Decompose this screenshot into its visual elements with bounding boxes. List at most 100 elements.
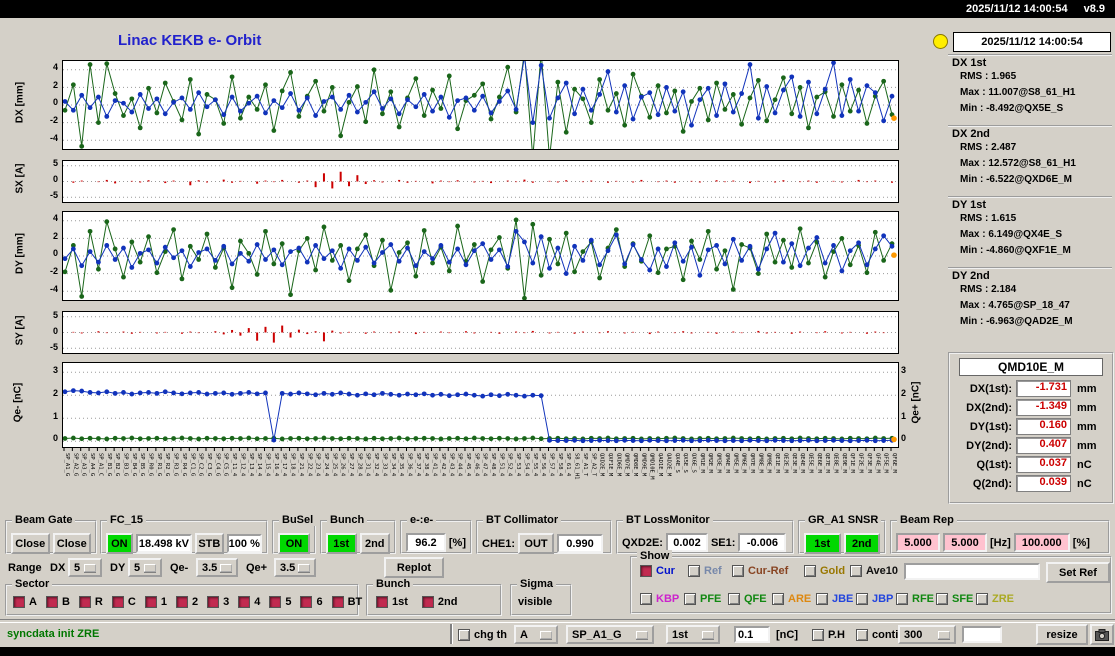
show-ref-toggle[interactable]: Ref xyxy=(688,565,722,577)
sigma-visible-toggle[interactable]: visible xyxy=(518,596,552,608)
show-qfe-checkbox[interactable] xyxy=(728,593,740,605)
ph-toggle[interactable]: P.H xyxy=(812,629,845,641)
show-sfe-toggle[interactable]: SFE xyxy=(936,593,973,605)
show-cur-toggle[interactable]: Cur xyxy=(640,565,675,577)
show-cur-ref-toggle[interactable]: Cur-Ref xyxy=(732,565,788,577)
chg-th-checkbox[interactable] xyxy=(458,629,470,641)
set-ref-button[interactable]: Set Ref xyxy=(1046,562,1110,583)
conti-toggle[interactable]: conti xyxy=(856,629,898,641)
sx-steering-plot[interactable] xyxy=(62,160,899,203)
che1-out-button[interactable]: OUT xyxy=(518,533,555,554)
show-gold-checkbox[interactable] xyxy=(804,565,816,577)
sector-toggle-b[interactable]: B xyxy=(45,596,70,608)
show-are-toggle[interactable]: ARE xyxy=(772,593,811,605)
timestamp-box: 2025/11/12 14:00:54 xyxy=(953,32,1111,52)
bpm-dropdown[interactable]: SP_A1_G xyxy=(566,625,654,644)
sector-toggle-c[interactable]: C xyxy=(111,596,136,608)
sy-steering-plot[interactable] xyxy=(62,311,899,354)
stat-group-dy2: DY 2nd RMS : 2.184 Max : 4.765@SP_18_47 … xyxy=(948,267,1112,336)
show-qfe-toggle[interactable]: QFE xyxy=(728,593,767,605)
sector-toggle-2[interactable]: 2 xyxy=(175,596,198,608)
sector-toggle-bt[interactable]: BT xyxy=(331,596,362,608)
sector-checkbox[interactable] xyxy=(45,596,58,608)
show-pfe-toggle[interactable]: PFE xyxy=(684,593,721,605)
bunch-1st-toggle[interactable]: 1st xyxy=(376,596,408,608)
sector-checkbox[interactable] xyxy=(13,596,25,608)
sector-toggle-r[interactable]: R xyxy=(78,596,103,608)
show-are-checkbox[interactable] xyxy=(772,593,784,605)
range-dy-select[interactable]: 5 xyxy=(128,558,162,577)
bunch-2nd-button[interactable]: 2nd xyxy=(359,533,390,554)
navg-dropdown[interactable]: 300 xyxy=(898,625,956,644)
show-rfe-toggle[interactable]: RFE xyxy=(896,593,934,605)
sector-toggle-1[interactable]: 1 xyxy=(144,596,167,608)
show-ref-checkbox[interactable] xyxy=(688,565,700,577)
show-zre-toggle[interactable]: ZRE xyxy=(976,593,1014,605)
show-jbp-toggle[interactable]: JBP xyxy=(856,593,893,605)
svg-text:QF4E_M: QF4E_M xyxy=(874,453,880,474)
show-ave10-checkbox[interactable] xyxy=(850,565,862,577)
ref-entry-field[interactable] xyxy=(904,563,1040,580)
show-zre-checkbox[interactable] xyxy=(976,593,988,605)
show-jbe-checkbox[interactable] xyxy=(816,593,828,605)
show-sfe-checkbox[interactable] xyxy=(936,593,948,605)
sector-toggle-5[interactable]: 5 xyxy=(269,596,291,608)
snapshot-button[interactable] xyxy=(1090,624,1114,645)
beam-gate-close-button-1[interactable]: Close xyxy=(11,533,50,554)
fc15-stb-button[interactable]: STB xyxy=(195,533,224,554)
beam-gate-close-button-2[interactable]: Close xyxy=(52,533,91,554)
beam-rep-group: Beam Rep 5.000 5.000 [Hz] 100.000 [%] xyxy=(890,514,1110,554)
sector-checkbox[interactable] xyxy=(175,596,188,608)
replot-button[interactable]: Replot xyxy=(384,557,444,578)
threshold-field[interactable] xyxy=(734,626,770,643)
sector-checkbox[interactable] xyxy=(111,596,124,608)
show-rfe-checkbox[interactable] xyxy=(896,593,908,605)
sector-toggle-4[interactable]: 4 xyxy=(238,596,260,608)
bunch-1st-button[interactable]: 1st xyxy=(326,533,357,554)
svg-text:QM4E_M: QM4E_M xyxy=(724,453,730,474)
bunch-2nd-checkbox[interactable] xyxy=(421,596,434,608)
sector-checkbox[interactable] xyxy=(269,596,282,608)
busel-on-button[interactable]: ON xyxy=(278,533,310,554)
show-pfe-checkbox[interactable] xyxy=(684,593,696,605)
sector-checkbox[interactable] xyxy=(78,596,91,608)
sector-checkbox[interactable] xyxy=(144,596,157,608)
sx-plot-canvas xyxy=(63,165,898,198)
show-kbp-checkbox[interactable] xyxy=(640,593,652,605)
gr-snsr-2nd-button[interactable]: 2nd xyxy=(843,533,880,554)
ph-checkbox[interactable] xyxy=(812,629,824,641)
conti-checkbox[interactable] xyxy=(856,629,868,641)
sector-checkbox[interactable] xyxy=(300,596,313,608)
sector-toggle-6[interactable]: 6 xyxy=(300,596,323,608)
show-jbe-toggle[interactable]: JBE xyxy=(816,593,853,605)
aux-entry-field[interactable] xyxy=(962,626,1002,643)
range-qe-plus-select[interactable]: 3.5 xyxy=(274,558,316,577)
fc15-on-button[interactable]: ON xyxy=(106,533,133,554)
show-cur-ref-checkbox[interactable] xyxy=(732,565,744,577)
show-jbp-checkbox[interactable] xyxy=(856,593,868,605)
sector-dropdown-value: A xyxy=(520,628,528,641)
show-kbp-toggle[interactable]: KBP xyxy=(640,593,679,605)
bunch-2nd-toggle[interactable]: 2nd xyxy=(421,596,457,608)
range-qe-minus-select[interactable]: 3.5 xyxy=(196,558,238,577)
sector-toggle-3[interactable]: 3 xyxy=(207,596,229,608)
stat-group-dx1: DX 1st RMS : 1.965 Max : 11.007@S8_61_H1… xyxy=(948,54,1112,123)
charge-plot[interactable] xyxy=(62,362,899,448)
dy-orbit-plot[interactable] xyxy=(62,211,899,301)
show-ave10-toggle[interactable]: Ave10 xyxy=(850,565,898,577)
dropdown-indicator-icon xyxy=(298,563,310,572)
bunch-dropdown[interactable]: 1st xyxy=(666,625,720,644)
sector-toggle-a[interactable]: A xyxy=(13,596,37,608)
sector-checkbox[interactable] xyxy=(331,596,344,608)
chg-th-toggle[interactable]: chg th xyxy=(458,629,507,641)
sector-checkbox[interactable] xyxy=(238,596,251,608)
dx-orbit-plot[interactable] xyxy=(62,60,899,150)
bunch-1st-checkbox[interactable] xyxy=(376,596,388,608)
sector-checkbox[interactable] xyxy=(207,596,220,608)
show-gold-toggle[interactable]: Gold xyxy=(804,565,845,577)
gr-snsr-1st-button[interactable]: 1st xyxy=(804,533,841,554)
resize-button[interactable]: resize xyxy=(1036,624,1088,645)
show-cur-checkbox[interactable] xyxy=(640,565,652,577)
range-dx-select[interactable]: 5 xyxy=(68,558,102,577)
sector-dropdown[interactable]: A xyxy=(514,625,558,644)
